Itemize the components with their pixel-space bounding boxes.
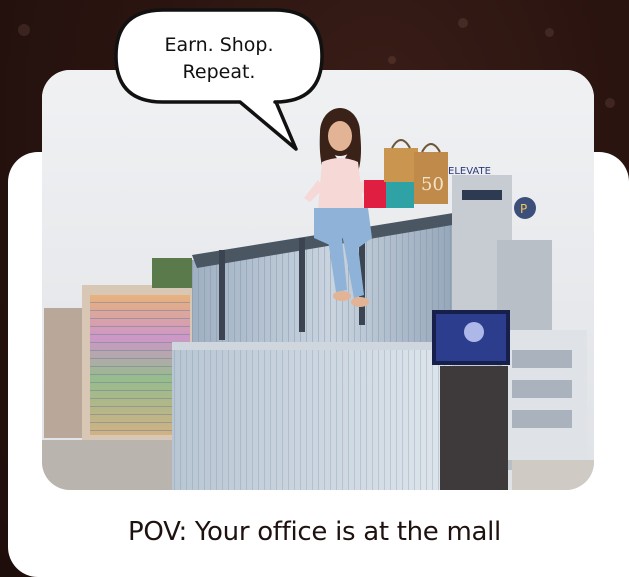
- speech-bubble-text: Earn. Shop. Repeat.: [108, 32, 330, 86]
- background-bokeh: [18, 24, 30, 36]
- background-bokeh: [388, 56, 396, 64]
- speech-bubble: Earn. Shop. Repeat.: [108, 6, 330, 156]
- post-caption: POV: Your office is at the mall: [128, 517, 501, 547]
- svg-text:P: P: [520, 202, 527, 216]
- speech-line-1: Earn. Shop.: [164, 34, 274, 56]
- background-bokeh: [605, 98, 615, 108]
- rooftop-sign: ELEVATE: [448, 166, 491, 177]
- background-bokeh: [458, 18, 468, 28]
- background-bokeh: [545, 28, 554, 37]
- speech-line-2: Repeat.: [182, 61, 256, 83]
- street-level: [42, 440, 172, 490]
- digital-billboard: [432, 310, 510, 490]
- bag-label: 50: [421, 174, 444, 195]
